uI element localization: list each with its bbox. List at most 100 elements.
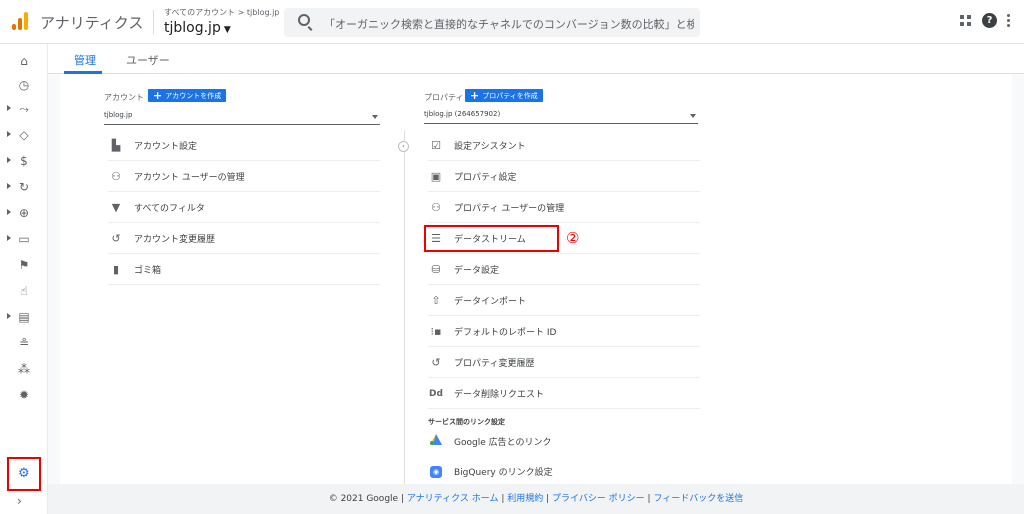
create-property-button[interactable]: + プロパティを作成	[465, 89, 543, 102]
nav-analysis[interactable]: ▤	[0, 306, 48, 328]
nav-debug[interactable]: ✹	[0, 384, 48, 406]
expand-arrow-icon	[7, 105, 11, 111]
caret-down-icon	[690, 114, 696, 118]
top-bar: アナリティクス すべてのアカウント > tjblog.jp tjblog.jp ▼…	[0, 0, 1024, 44]
property-item-data-deletion[interactable]: Dd データ削除リクエスト	[428, 379, 700, 409]
property-item-settings[interactable]: ▣ プロパティ設定	[428, 162, 700, 192]
checkbox-icon: ☑	[431, 139, 441, 152]
nav-acquisition[interactable]: ⤳	[0, 98, 48, 120]
analytics-logo-icon[interactable]	[12, 12, 30, 30]
home-icon: ⌂	[20, 54, 28, 68]
nav-demographics[interactable]: ⊕	[0, 202, 48, 224]
flag-icon: ⚑	[18, 258, 30, 272]
building-icon: ▙	[111, 139, 121, 152]
property-select[interactable]: tjblog.jp (264657902)	[424, 110, 698, 124]
help-icon[interactable]: ?	[982, 13, 997, 28]
caret-down-icon	[372, 115, 378, 119]
property-item-history[interactable]: ↺ プロパティ変更履歴	[428, 348, 700, 378]
route-icon: ⤳	[19, 101, 29, 116]
account-item-trash[interactable]: ▮ ゴミ箱	[108, 255, 380, 285]
touch-icon: ☝	[20, 284, 28, 298]
property-item-data-settings[interactable]: ⛁ データ設定	[428, 255, 700, 285]
nav-realtime[interactable]: ◷	[0, 74, 48, 96]
users-icon: ⚇	[111, 170, 121, 183]
nav-monetization[interactable]: $	[0, 150, 48, 172]
gear-icon: ⚙	[18, 466, 30, 481]
footer: © 2021 Google | アナリティクス ホーム | 利用規約 | プライ…	[48, 484, 1024, 514]
nav-conversions[interactable]: ☝	[0, 280, 48, 302]
property-column-heading: プロパティ	[424, 93, 464, 102]
account-switcher[interactable]: tjblog.jp ▼	[164, 20, 231, 36]
window-icon: ▣	[430, 170, 442, 183]
tag-icon: ◇	[19, 128, 29, 142]
create-account-button[interactable]: + アカウントを作成	[148, 89, 227, 102]
footer-link-feedback[interactable]: フィードバックを送信	[653, 494, 743, 504]
more-vert-icon[interactable]	[1007, 14, 1010, 27]
trash-icon: ▮	[112, 263, 120, 276]
expand-arrow-icon	[7, 157, 11, 163]
history-icon: ↺	[431, 356, 441, 369]
audience-icon: ≗	[18, 336, 30, 350]
nav-events[interactable]: ⚑	[0, 254, 48, 276]
google-ads-icon	[428, 434, 444, 448]
tab-user[interactable]: ユーザー	[126, 52, 170, 68]
account-select-value: tjblog.jp	[104, 111, 133, 119]
nav-explore[interactable]: ⁂	[0, 358, 48, 380]
nav-retention[interactable]: ↻	[0, 176, 48, 198]
nav-audiences[interactable]: ≗	[0, 332, 48, 354]
bigquery-icon: ◉	[428, 464, 444, 478]
devices-icon: ▭	[18, 232, 30, 246]
search-bar[interactable]: 「オーガニック検索と直接的なチャネルでのコンバージョン数の比較」と検...	[284, 8, 700, 37]
collapse-arrow-icon[interactable]: ‹	[398, 141, 409, 152]
report-id-icon: ⁝▪	[430, 325, 442, 338]
footer-link-privacy[interactable]: プライバシー ポリシー	[552, 494, 645, 504]
chevron-right-icon[interactable]: ›	[17, 494, 22, 508]
caret-down-icon: ▼	[223, 25, 231, 35]
expand-arrow-icon	[7, 313, 11, 319]
property-item-users[interactable]: ⚇ プロパティ ユーザーの管理	[428, 193, 700, 223]
expand-arrow-icon	[7, 235, 11, 241]
tab-bar: 管理 ユーザー	[48, 44, 1024, 74]
filter-icon: ▼	[111, 201, 121, 214]
dollar-icon: $	[20, 154, 28, 168]
top-right-actions: ?	[960, 13, 1010, 28]
property-item-setup-assistant[interactable]: ☑ 設定アシスタント	[428, 131, 700, 161]
search-icon	[298, 14, 310, 26]
footer-link-home[interactable]: アナリティクス ホーム	[407, 494, 499, 504]
history-icon: ↺	[111, 232, 121, 245]
account-item-users[interactable]: ⚇ アカウント ユーザーの管理	[108, 162, 380, 192]
expand-arrow-icon	[7, 209, 11, 215]
tab-admin[interactable]: 管理	[74, 52, 96, 68]
account-select[interactable]: tjblog.jp	[104, 111, 380, 125]
apps-grid-icon[interactable]	[960, 14, 972, 27]
link-google-ads[interactable]: Google 広告とのリンク	[428, 426, 700, 456]
header-divider	[153, 10, 154, 34]
nav-tech[interactable]: ▭	[0, 228, 48, 250]
account-item-filters[interactable]: ▼ すべてのフィルタ	[108, 193, 380, 223]
account-item-settings[interactable]: ▙ アカウント設定	[108, 131, 380, 161]
nav-home[interactable]: ⌂	[0, 50, 48, 72]
admin-gear-button[interactable]: ⚙	[7, 457, 41, 491]
link-bigquery[interactable]: ◉ BigQuery のリンク設定	[428, 456, 700, 486]
property-select-value: tjblog.jp (264657902)	[424, 110, 501, 118]
account-column-heading: アカウント	[104, 93, 144, 102]
app-title: アナリティクス	[40, 14, 144, 32]
bug-icon: ✹	[18, 388, 30, 402]
column-divider	[404, 130, 405, 484]
create-account-label: アカウントを作成	[165, 91, 222, 100]
property-item-report-id[interactable]: ⁝▪ デフォルトのレポート ID	[428, 317, 700, 347]
expand-arrow-icon	[7, 131, 11, 137]
left-nav: ⌂ ◷ ⤳ ◇ $ ↻ ⊕ ▭ ⚑ ☝ ▤ ≗ ⁂ ✹	[0, 44, 48, 514]
create-property-label: プロパティを作成	[482, 91, 538, 100]
account-breadcrumb[interactable]: すべてのアカウント > tjblog.jp	[164, 7, 279, 18]
account-item-history[interactable]: ↺ アカウント変更履歴	[108, 224, 380, 254]
clock-icon: ◷	[18, 78, 30, 92]
property-item-data-import[interactable]: ⇧ データインポート	[428, 286, 700, 316]
account-switcher-label: tjblog.jp	[164, 20, 221, 36]
footer-copyright: © 2021 Google	[328, 494, 399, 504]
search-input[interactable]: 「オーガニック検索と直接的なチャネルでのコンバージョン数の比較」と検...	[324, 16, 694, 32]
expand-arrow-icon	[7, 183, 11, 189]
upload-icon: ⇧	[431, 294, 441, 307]
footer-link-terms[interactable]: 利用規約	[507, 494, 543, 504]
nav-engagement[interactable]: ◇	[0, 124, 48, 146]
